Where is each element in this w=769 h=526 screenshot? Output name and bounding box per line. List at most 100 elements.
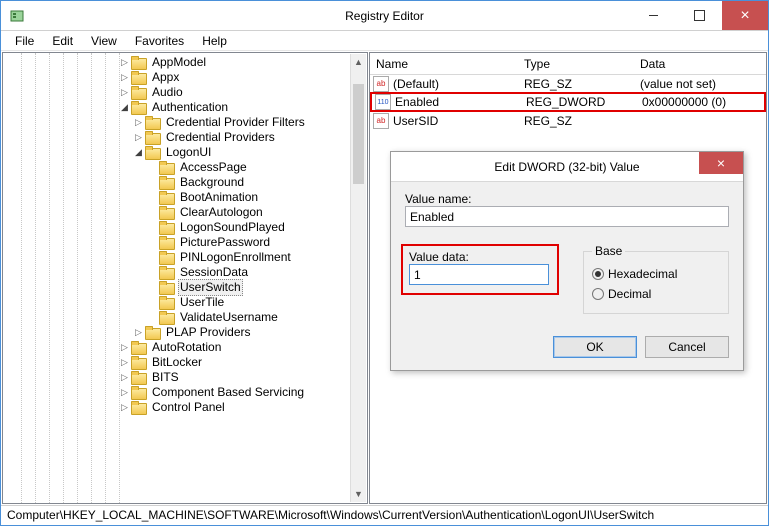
folder-icon [159, 311, 175, 324]
value-row[interactable]: (Default)REG_SZ(value not set) [370, 75, 766, 93]
folder-icon [159, 191, 175, 204]
value-row[interactable]: EnabledREG_DWORD0x00000000 (0) [370, 92, 766, 112]
tree-item-clearautologon[interactable]: ClearAutologon [7, 205, 367, 220]
radio-dec-label: Decimal [608, 287, 651, 301]
expander-icon[interactable] [119, 72, 130, 83]
tree-item-background[interactable]: Background [7, 175, 367, 190]
no-expander [147, 252, 158, 263]
radio-dec[interactable]: Decimal [592, 284, 720, 304]
no-expander [147, 207, 158, 218]
tree-item-userswitch[interactable]: UserSwitch [7, 280, 367, 295]
col-header-type[interactable]: Type [518, 57, 634, 71]
expander-icon[interactable] [119, 372, 130, 383]
base-label: Base [592, 244, 625, 258]
folder-icon [131, 71, 147, 84]
expander-icon[interactable] [119, 387, 130, 398]
minimize-button[interactable] [630, 1, 676, 30]
tree-item-bitlocker[interactable]: BitLocker [7, 355, 367, 370]
folder-icon [131, 101, 147, 114]
value-row[interactable]: UserSID REG_SZ [370, 112, 766, 130]
tree-item-label: PINLogonEnrollment [178, 250, 293, 265]
expander-icon[interactable] [119, 402, 130, 413]
expander-icon[interactable] [119, 357, 130, 368]
expander-icon[interactable] [119, 87, 130, 98]
reg-sz-icon [373, 113, 389, 129]
value-name-label: Value name: [405, 192, 729, 206]
expander-icon[interactable] [133, 132, 144, 143]
folder-icon [145, 146, 161, 159]
cancel-button[interactable]: Cancel [645, 336, 729, 358]
scroll-up-icon[interactable]: ▲ [351, 54, 366, 70]
folder-icon [159, 161, 175, 174]
menu-view[interactable]: View [83, 32, 125, 50]
folder-icon [159, 281, 175, 294]
folder-icon [131, 356, 147, 369]
value-type: REG_SZ [518, 77, 634, 91]
tree-item-label: ClearAutologon [178, 205, 265, 220]
tree-item-usertile[interactable]: UserTile [7, 295, 367, 310]
tree-item-pinlogonenrollment[interactable]: PINLogonEnrollment [7, 250, 367, 265]
expander-icon[interactable] [133, 117, 144, 128]
edit-dword-dialog: Edit DWORD (32-bit) Value × Value name: … [390, 151, 744, 371]
tree-item-authentication[interactable]: Authentication [7, 100, 367, 115]
tree-item-label: LogonUI [164, 145, 213, 160]
tree-item-logonsoundplayed[interactable]: LogonSoundPlayed [7, 220, 367, 235]
close-button[interactable] [722, 1, 768, 30]
value-name: Enabled [395, 95, 439, 109]
tree-item-label: UserTile [178, 295, 226, 310]
radio-hex[interactable]: Hexadecimal [592, 264, 720, 284]
folder-icon [159, 206, 175, 219]
scroll-down-icon[interactable]: ▼ [351, 486, 366, 502]
tree-item-validateusername[interactable]: ValidateUsername [7, 310, 367, 325]
col-header-data[interactable]: Data [634, 57, 766, 71]
tree-item-appx[interactable]: Appx [7, 70, 367, 85]
folder-icon [145, 116, 161, 129]
value-name-input[interactable] [405, 206, 729, 227]
tree-item-appmodel[interactable]: AppModel [7, 55, 367, 70]
tree-scrollbar[interactable]: ▲ ▼ [350, 54, 366, 502]
col-header-name[interactable]: Name [370, 57, 518, 71]
tree-item-credential-providers[interactable]: Credential Providers [7, 130, 367, 145]
menu-help[interactable]: Help [194, 32, 235, 50]
tree-item-label: LogonSoundPlayed [178, 220, 287, 235]
tree-item-label: PLAP Providers [164, 325, 253, 340]
expander-icon[interactable] [119, 102, 130, 113]
tree-pane[interactable]: AppModelAppxAudioAuthenticationCredentia… [2, 52, 368, 504]
expander-icon[interactable] [133, 147, 144, 158]
value-data: (value not set) [634, 77, 766, 91]
tree-item-audio[interactable]: Audio [7, 85, 367, 100]
maximize-button[interactable] [676, 1, 722, 30]
no-expander [147, 297, 158, 308]
menu-file[interactable]: File [7, 32, 42, 50]
scroll-thumb[interactable] [353, 84, 364, 184]
expander-icon[interactable] [119, 57, 130, 68]
radio-hex-label: Hexadecimal [608, 267, 677, 281]
tree-item-accesspage[interactable]: AccessPage [7, 160, 367, 175]
dialog-close-button[interactable]: × [699, 152, 743, 174]
tree-item-control-panel[interactable]: Control Panel [7, 400, 367, 415]
folder-icon [131, 86, 147, 99]
tree-item-autorotation[interactable]: AutoRotation [7, 340, 367, 355]
dialog-title: Edit DWORD (32-bit) Value [494, 160, 639, 174]
tree-item-label: BitLocker [150, 355, 204, 370]
tree-item-component-based-servicing[interactable]: Component Based Servicing [7, 385, 367, 400]
menu-edit[interactable]: Edit [44, 32, 81, 50]
folder-icon [159, 236, 175, 249]
no-expander [147, 282, 158, 293]
value-data-input[interactable] [409, 264, 549, 285]
tree-item-plap-providers[interactable]: PLAP Providers [7, 325, 367, 340]
value-type: REG_SZ [518, 114, 634, 128]
tree-item-logonui[interactable]: LogonUI [7, 145, 367, 160]
tree-item-bits[interactable]: BITS [7, 370, 367, 385]
no-expander [147, 237, 158, 248]
tree-item-picturepassword[interactable]: PicturePassword [7, 235, 367, 250]
value-name: UserSID [393, 114, 438, 128]
expander-icon[interactable] [133, 327, 144, 338]
tree-item-sessiondata[interactable]: SessionData [7, 265, 367, 280]
ok-button[interactable]: OK [553, 336, 637, 358]
expander-icon[interactable] [119, 342, 130, 353]
menu-favorites[interactable]: Favorites [127, 32, 192, 50]
titlebar: Registry Editor [1, 1, 768, 31]
tree-item-bootanimation[interactable]: BootAnimation [7, 190, 367, 205]
tree-item-credential-provider-filters[interactable]: Credential Provider Filters [7, 115, 367, 130]
